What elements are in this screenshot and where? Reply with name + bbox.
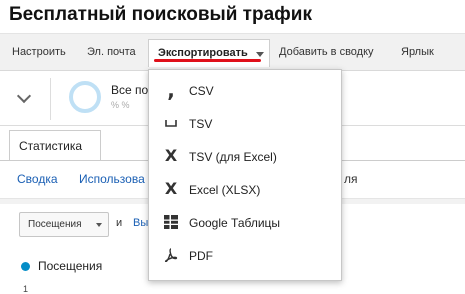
menu-item-label: TSV (для Excel): [189, 150, 277, 164]
customize-button[interactable]: Настроить: [12, 46, 66, 58]
y-axis-tick: 1: [23, 284, 29, 294]
metric-select-value: Посещения: [28, 219, 82, 230]
subnav-summary-link[interactable]: Сводка: [17, 172, 58, 186]
excel-x-icon: X: [164, 179, 178, 198]
tab-statistics[interactable]: Статистика: [9, 130, 101, 160]
and-text: и: [116, 217, 123, 229]
export-highlight-underline: [154, 59, 261, 62]
metric-select[interactable]: Посещения: [19, 212, 109, 237]
divider: [50, 78, 51, 120]
legend-label: Посещения: [38, 259, 103, 273]
export-dropdown-menu: , CSV TSV X TSV (для Excel) X Excel (XLS…: [148, 69, 342, 281]
export-tsv-excel-item[interactable]: X TSV (для Excel): [149, 140, 341, 173]
export-csv-item[interactable]: , CSV: [149, 74, 341, 107]
export-google-sheets-item[interactable]: Google Таблицы: [149, 206, 341, 239]
google-sheets-icon: [163, 214, 179, 230]
export-pdf-item[interactable]: PDF: [149, 239, 341, 272]
chevron-down-icon: [256, 52, 264, 57]
summary-sub: % %: [111, 100, 130, 110]
subnav-tail-text[interactable]: ля: [344, 172, 358, 186]
pdf-icon: [163, 247, 179, 263]
report-toolbar: Настроить Эл. почта Экспортировать Добав…: [0, 33, 465, 71]
csv-comma-icon: ,: [167, 78, 175, 102]
expand-chevron-icon[interactable]: [16, 88, 32, 104]
menu-item-label: Excel (XLSX): [189, 183, 261, 197]
subnav-usage-link[interactable]: Использова: [79, 172, 145, 186]
tab-statistics-label: Статистика: [19, 139, 83, 153]
add-to-dashboard-button[interactable]: Добавить в сводку: [279, 46, 374, 58]
page-title: Бесплатный поисковый трафик: [9, 4, 312, 25]
menu-item-label: TSV: [189, 117, 213, 131]
chevron-down-icon: [96, 223, 102, 227]
tsv-space-icon: [163, 115, 179, 131]
export-button-label: Экспортировать: [158, 47, 248, 59]
shortcut-button[interactable]: Ярлык: [401, 46, 434, 58]
excel-x-icon: X: [164, 146, 178, 165]
menu-item-label: PDF: [189, 249, 213, 263]
summary-label: Все по: [111, 83, 149, 97]
export-button[interactable]: Экспортировать: [148, 39, 270, 67]
series-dot-icon: [21, 262, 30, 271]
export-tsv-item[interactable]: TSV: [149, 107, 341, 140]
email-button[interactable]: Эл. почта: [87, 46, 136, 58]
compare-metric-link[interactable]: Вы: [133, 217, 148, 229]
menu-item-label: CSV: [189, 84, 214, 98]
export-xlsx-item[interactable]: X Excel (XLSX): [149, 173, 341, 206]
menu-item-label: Google Таблицы: [189, 216, 281, 230]
progress-ring-icon: [69, 81, 101, 113]
